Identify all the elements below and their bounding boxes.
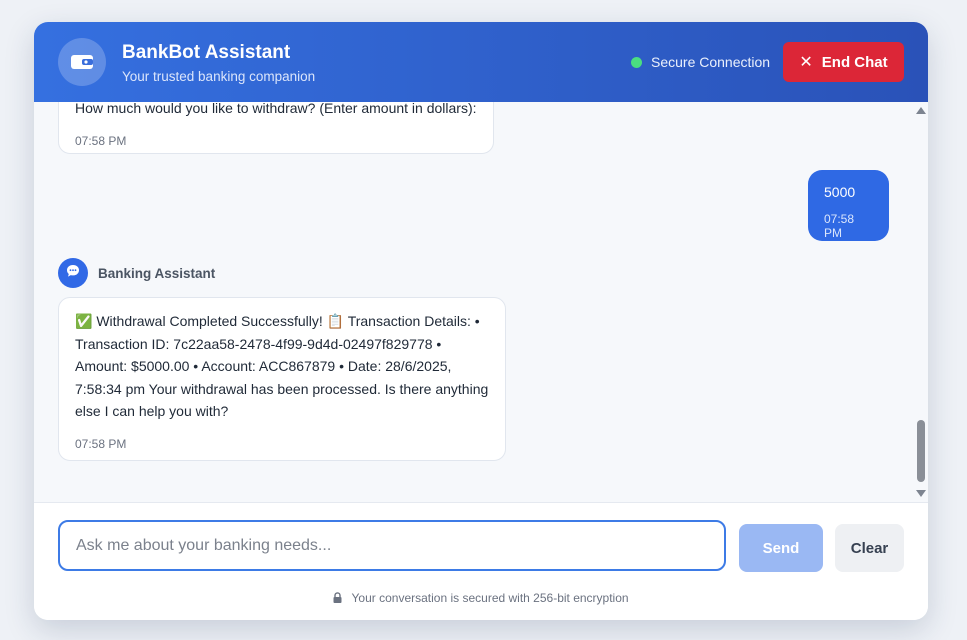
bot-sender-name: Banking Assistant xyxy=(98,266,216,281)
message-time: 07:58 PM xyxy=(824,212,855,240)
app-subtitle: Your trusted banking companion xyxy=(122,69,316,84)
message-list[interactable]: How much would you like to withdraw? (En… xyxy=(34,102,928,502)
app-title: BankBot Assistant xyxy=(122,42,291,63)
message-time: 07:58 PM xyxy=(75,436,127,451)
chat-header: BankBot Assistant Your trusted banking c… xyxy=(34,22,928,102)
message-text: How much would you like to withdraw? (En… xyxy=(75,102,477,116)
connection-status-label: Secure Connection xyxy=(651,54,771,70)
scroll-up-arrow-icon[interactable] xyxy=(916,107,926,114)
user-message: 5000 07:58 PM xyxy=(808,170,889,241)
clear-button[interactable]: Clear xyxy=(835,524,904,572)
close-icon: ✕ xyxy=(799,54,813,71)
security-note-text: Your conversation is secured with 256-bi… xyxy=(351,591,629,605)
message-line: ✅ Withdrawal Completed Successfully! 📋 T… xyxy=(75,313,480,329)
end-chat-label: End Chat xyxy=(821,53,888,71)
message-line: else I can help you with? xyxy=(75,403,229,419)
end-chat-button[interactable]: ✕ End Chat xyxy=(783,42,904,82)
status-dot-icon xyxy=(631,56,642,68)
scrollbar-thumb[interactable] xyxy=(917,420,925,482)
chat-bubble-icon xyxy=(66,264,80,283)
bot-message: ✅ Withdrawal Completed Successfully! 📋 T… xyxy=(58,297,506,461)
connection-status: Secure Connection xyxy=(631,54,770,70)
security-note: Your conversation is secured with 256-bi… xyxy=(34,591,928,606)
message-line: 7:58:34 pm Your withdrawal has been proc… xyxy=(75,380,489,397)
message-line: Transaction ID: 7c22aa58-2478-4f99-9d4d-… xyxy=(75,335,442,352)
bot-avatar xyxy=(58,258,88,288)
chat-scrollbar[interactable] xyxy=(914,102,928,502)
bot-message: How much would you like to withdraw? (En… xyxy=(58,102,494,154)
scroll-down-arrow-icon[interactable] xyxy=(916,490,926,497)
message-time: 07:58 PM xyxy=(75,133,127,148)
composer: Send Clear Your conversation is secured … xyxy=(34,502,928,620)
send-button[interactable]: Send xyxy=(739,524,823,572)
message-input[interactable] xyxy=(58,520,726,571)
message-line: Amount: $5000.00 • Account: ACC867879 • … xyxy=(75,358,452,374)
lock-icon xyxy=(333,592,342,606)
chat-window: BankBot Assistant Your trusted banking c… xyxy=(34,22,928,620)
message-text: 5000 xyxy=(824,184,856,200)
wallet-icon xyxy=(58,38,106,86)
